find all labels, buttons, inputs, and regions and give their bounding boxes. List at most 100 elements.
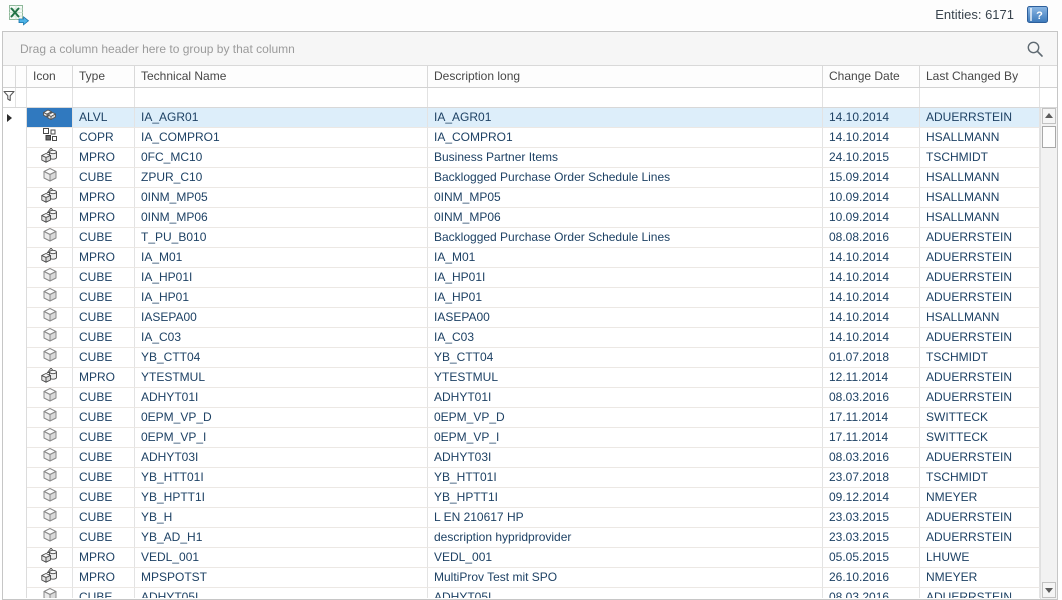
description-cell[interactable]: IA_HP01 [428, 288, 823, 308]
description-cell[interactable]: YTESTMUL [428, 368, 823, 388]
change-date-cell[interactable]: 23.03.2015 [823, 508, 920, 528]
entity-icon-cell[interactable] [27, 508, 73, 528]
description-cell[interactable]: ADHYT01I [428, 388, 823, 408]
last-changed-by-cell[interactable]: HSALLMANN [920, 128, 1040, 148]
filter-input-type[interactable] [73, 88, 135, 107]
type-cell[interactable]: MPRO [73, 248, 135, 268]
type-cell[interactable]: CUBE [73, 488, 135, 508]
technical-name-cell[interactable]: ADHYT01I [135, 388, 428, 408]
table-row[interactable]: CUBE 0EPM_VP_D 0EPM_VP_D 17.11.2014 SWIT… [3, 408, 1040, 428]
change-date-cell[interactable]: 14.10.2014 [823, 328, 920, 348]
last-changed-by-cell[interactable]: ADUERRSTEIN [920, 228, 1040, 248]
description-cell[interactable]: IA_C03 [428, 328, 823, 348]
entity-icon-cell[interactable] [27, 208, 73, 228]
description-cell[interactable]: VEDL_001 [428, 548, 823, 568]
description-cell[interactable]: Backlogged Purchase Order Schedule Lines [428, 228, 823, 248]
change-date-cell[interactable]: 26.10.2016 [823, 568, 920, 588]
last-changed-by-cell[interactable]: ADUERRSTEIN [920, 328, 1040, 348]
entity-icon-cell[interactable] [27, 168, 73, 188]
entity-icon-cell[interactable] [27, 448, 73, 468]
type-cell[interactable]: CUBE [73, 228, 135, 248]
description-cell[interactable]: YB_CTT04 [428, 348, 823, 368]
entity-icon-cell[interactable] [27, 108, 73, 128]
type-cell[interactable]: CUBE [73, 408, 135, 428]
type-cell[interactable]: CUBE [73, 528, 135, 548]
table-row[interactable]: COPR IA_COMPRO1 IA_COMPRO1 14.10.2014 HS… [3, 128, 1040, 148]
technical-name-cell[interactable]: 0INM_MP06 [135, 208, 428, 228]
entity-icon-cell[interactable] [27, 368, 73, 388]
type-cell[interactable]: CUBE [73, 268, 135, 288]
entity-icon-cell[interactable] [27, 388, 73, 408]
last-changed-by-cell[interactable]: ADUERRSTEIN [920, 268, 1040, 288]
change-date-cell[interactable]: 17.11.2014 [823, 408, 920, 428]
technical-name-cell[interactable]: IA_COMPRO1 [135, 128, 428, 148]
last-changed-by-cell[interactable]: ADUERRSTEIN [920, 248, 1040, 268]
change-date-cell[interactable]: 08.03.2016 [823, 448, 920, 468]
technical-name-cell[interactable]: ZPUR_C10 [135, 168, 428, 188]
last-changed-by-cell[interactable]: SWITTECK [920, 428, 1040, 448]
entity-icon-cell[interactable] [27, 428, 73, 448]
entity-icon-cell[interactable] [27, 348, 73, 368]
technical-name-cell[interactable]: IASEPA00 [135, 308, 428, 328]
change-date-cell[interactable]: 14.10.2014 [823, 288, 920, 308]
entity-icon-cell[interactable] [27, 128, 73, 148]
description-cell[interactable]: ADHYT03I [428, 448, 823, 468]
entity-icon-cell[interactable] [27, 308, 73, 328]
table-row[interactable]: CUBE ADHYT03I ADHYT03I 08.03.2016 ADUERR… [3, 448, 1040, 468]
entity-icon-cell[interactable] [27, 228, 73, 248]
filter-input-change-date[interactable] [823, 88, 920, 107]
entity-icon-cell[interactable] [27, 408, 73, 428]
description-cell[interactable]: IASEPA00 [428, 308, 823, 328]
type-cell[interactable]: CUBE [73, 308, 135, 328]
entity-icon-cell[interactable] [27, 248, 73, 268]
type-cell[interactable]: CUBE [73, 168, 135, 188]
description-cell[interactable]: IA_M01 [428, 248, 823, 268]
table-row[interactable]: CUBE ADHYT01I ADHYT01I 08.03.2016 ADUERR… [3, 388, 1040, 408]
filter-input-icon[interactable] [27, 88, 73, 107]
table-row[interactable]: CUBE IA_C03 IA_C03 14.10.2014 ADUERRSTEI… [3, 328, 1040, 348]
technical-name-cell[interactable]: 0EPM_VP_D [135, 408, 428, 428]
technical-name-cell[interactable]: 0INM_MP05 [135, 188, 428, 208]
entity-icon-cell[interactable] [27, 148, 73, 168]
table-row[interactable]: MPRO VEDL_001 VEDL_001 05.05.2015 LHUWE [3, 548, 1040, 568]
change-date-cell[interactable]: 14.10.2014 [823, 268, 920, 288]
technical-name-cell[interactable]: IA_C03 [135, 328, 428, 348]
entity-icon-cell[interactable] [27, 588, 73, 598]
table-row[interactable]: CUBE IASEPA00 IASEPA00 14.10.2014 HSALLM… [3, 308, 1040, 328]
entity-icon-cell[interactable] [27, 568, 73, 588]
type-cell[interactable]: CUBE [73, 448, 135, 468]
change-date-cell[interactable]: 15.09.2014 [823, 168, 920, 188]
group-by-panel[interactable]: Drag a column header here to group by th… [3, 32, 1057, 66]
last-changed-by-cell[interactable]: TSCHMIDT [920, 348, 1040, 368]
entity-icon-cell[interactable] [27, 328, 73, 348]
vertical-scrollbar[interactable] [1040, 108, 1057, 599]
table-row[interactable]: CUBE 0EPM_VP_I 0EPM_VP_I 17.11.2014 SWIT… [3, 428, 1040, 448]
description-cell[interactable]: IA_AGR01 [428, 108, 823, 128]
description-cell[interactable]: Business Partner Items [428, 148, 823, 168]
type-cell[interactable]: MPRO [73, 208, 135, 228]
change-date-cell[interactable]: 17.11.2014 [823, 428, 920, 448]
last-changed-by-cell[interactable]: NMEYER [920, 568, 1040, 588]
type-cell[interactable]: CUBE [73, 508, 135, 528]
scroll-up-button[interactable] [1042, 108, 1056, 124]
technical-name-cell[interactable]: ADHYT03I [135, 448, 428, 468]
table-row[interactable]: CUBE YB_CTT04 YB_CTT04 01.07.2018 TSCHMI… [3, 348, 1040, 368]
table-row[interactable]: MPRO 0INM_MP05 0INM_MP05 10.09.2014 HSAL… [3, 188, 1040, 208]
type-cell[interactable]: ALVL [73, 108, 135, 128]
filter-input-technical-name[interactable] [135, 88, 428, 107]
technical-name-cell[interactable]: YB_HPTT1I [135, 488, 428, 508]
last-changed-by-cell[interactable]: ADUERRSTEIN [920, 288, 1040, 308]
change-date-cell[interactable]: 24.10.2015 [823, 148, 920, 168]
filter-funnel-cell[interactable] [3, 88, 16, 107]
type-cell[interactable]: CUBE [73, 348, 135, 368]
technical-name-cell[interactable]: YB_AD_H1 [135, 528, 428, 548]
change-date-cell[interactable]: 14.10.2014 [823, 308, 920, 328]
change-date-cell[interactable]: 08.03.2016 [823, 588, 920, 598]
type-cell[interactable]: CUBE [73, 468, 135, 488]
last-changed-by-cell[interactable]: ADUERRSTEIN [920, 528, 1040, 548]
change-date-cell[interactable]: 01.07.2018 [823, 348, 920, 368]
help-icon[interactable]: ? [1027, 6, 1048, 23]
column-header-type[interactable]: Type [73, 66, 135, 87]
type-cell[interactable]: CUBE [73, 588, 135, 598]
technical-name-cell[interactable]: YB_H [135, 508, 428, 528]
